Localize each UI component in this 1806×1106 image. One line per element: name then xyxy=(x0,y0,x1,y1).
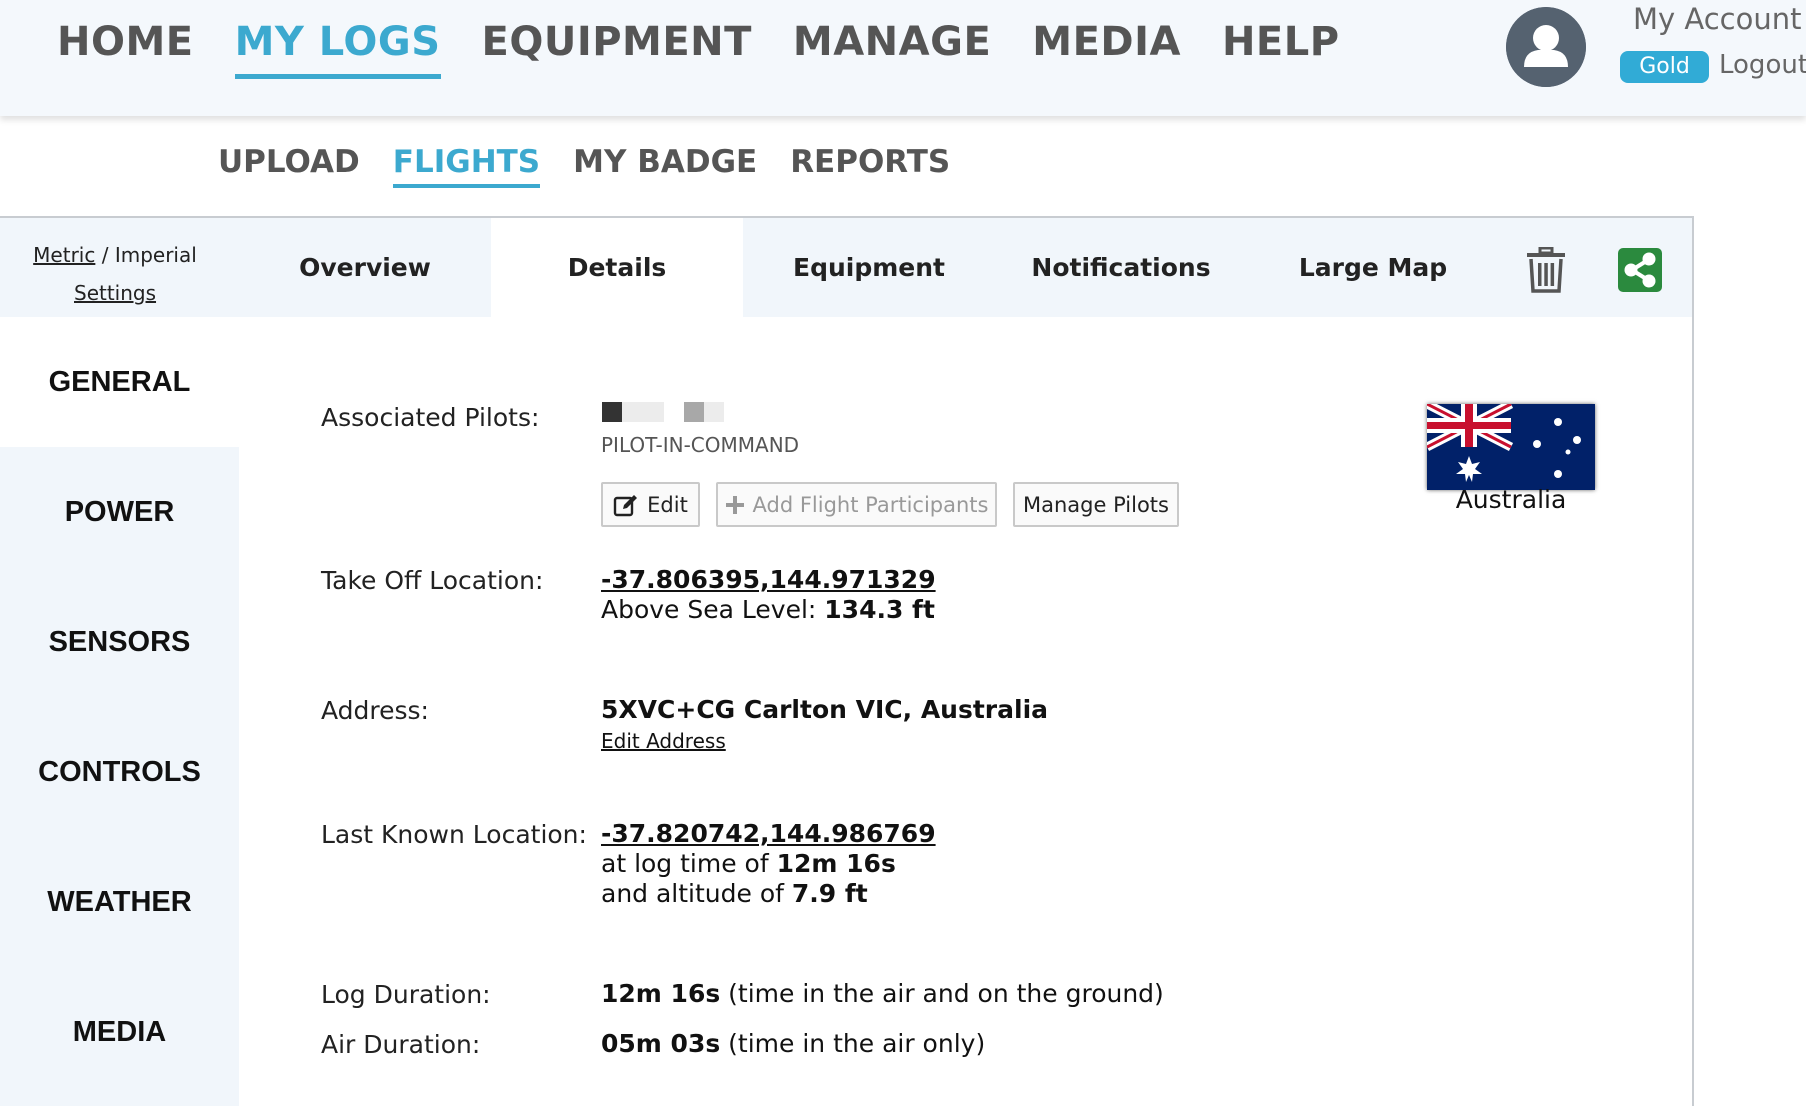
side-item-media[interactable]: MEDIA xyxy=(0,967,239,1097)
log-duration-note: (time in the air and on the ground) xyxy=(728,979,1164,1008)
altitude-prefix: and altitude of xyxy=(601,879,784,908)
log-duration-label: Log Duration: xyxy=(321,980,491,1009)
log-duration-line: 12m 16s (time in the air and on the grou… xyxy=(601,979,1164,1009)
air-duration-note: (time in the air only) xyxy=(728,1029,986,1058)
imperial-label[interactable]: Imperial xyxy=(115,243,197,267)
associated-pilots-label: Associated Pilots: xyxy=(321,403,540,432)
subnav-upload[interactable]: UPLOAD xyxy=(218,142,360,188)
asl-value: 134.3 ft xyxy=(824,595,935,624)
nav-equipment[interactable]: EQUIPMENT xyxy=(482,16,752,79)
log-duration-value: 12m 16s xyxy=(601,979,721,1008)
share-icon[interactable] xyxy=(1618,248,1662,292)
nav-home[interactable]: HOME xyxy=(57,16,194,79)
asl-prefix: Above Sea Level: xyxy=(601,595,817,624)
settings-link[interactable]: Settings xyxy=(74,274,156,312)
add-flight-participants-button[interactable]: Add Flight Participants xyxy=(716,482,997,527)
main-nav: HOME MY LOGS EQUIPMENT MANAGE MEDIA HELP xyxy=(57,16,1340,79)
tab-large-map[interactable]: Large Map xyxy=(1247,218,1499,317)
nav-manage[interactable]: MANAGE xyxy=(793,16,991,79)
air-duration-label: Air Duration: xyxy=(321,1030,481,1059)
log-time-prefix: at log time of xyxy=(601,849,769,878)
manage-pilots-button[interactable]: Manage Pilots xyxy=(1013,482,1179,527)
user-avatar-icon[interactable] xyxy=(1506,7,1586,87)
my-account-link[interactable]: My Account xyxy=(1633,2,1802,36)
side-item-sensors[interactable]: SENSORS xyxy=(0,577,239,707)
edit-address-link-wrapper: Edit Address xyxy=(601,725,726,756)
altitude-line: and altitude of 7.9 ft xyxy=(601,879,868,909)
side-item-power[interactable]: POWER xyxy=(0,447,239,577)
side-item-controls[interactable]: CONTROLS xyxy=(0,707,239,837)
unit-toggle: Metric / Imperial xyxy=(30,236,200,274)
pilot-role: PILOT-IN-COMMAND xyxy=(601,433,800,457)
membership-badge: Gold xyxy=(1620,51,1709,83)
address-value: 5XVC+CG Carlton VIC, Australia xyxy=(601,695,1049,724)
last-known-location-label: Last Known Location: xyxy=(321,820,587,849)
trash-icon[interactable] xyxy=(1526,246,1566,293)
unit-separator: / xyxy=(101,243,109,267)
subnav-flights[interactable]: FLIGHTS xyxy=(392,142,541,188)
log-time-line: at log time of 12m 16s xyxy=(601,849,896,879)
nav-help[interactable]: HELP xyxy=(1222,16,1340,79)
subnav-reports[interactable]: REPORTS xyxy=(790,142,950,188)
altitude-value: 7.9 ft xyxy=(791,879,868,908)
log-time-value: 12m 16s xyxy=(776,849,896,878)
plus-icon xyxy=(725,495,744,514)
subnav-my-badge[interactable]: MY BADGE xyxy=(573,142,757,188)
tab-bar: Metric / Imperial Settings Overview Deta… xyxy=(0,218,1692,317)
address-label: Address: xyxy=(321,696,429,725)
tab-notifications[interactable]: Notifications xyxy=(995,218,1247,317)
side-item-general[interactable]: GENERAL xyxy=(0,317,239,447)
tab-details[interactable]: Details xyxy=(491,218,743,317)
nav-media[interactable]: MEDIA xyxy=(1032,16,1181,79)
edit-button[interactable]: Edit xyxy=(601,482,700,527)
logout-link[interactable]: Logout xyxy=(1719,50,1806,80)
takeoff-location-label: Take Off Location: xyxy=(321,566,544,595)
above-sea-level: Above Sea Level: 134.3 ft xyxy=(601,595,935,625)
edit-button-label: Edit xyxy=(647,492,688,517)
takeoff-coords-link[interactable]: -37.806395,144.971329 xyxy=(601,565,936,595)
edit-address-link[interactable]: Edit Address xyxy=(601,729,726,753)
last-location-coords[interactable]: -37.820742,144.986769 xyxy=(601,819,936,848)
sub-nav: UPLOAD FLIGHTS MY BADGE REPORTS xyxy=(218,142,950,188)
takeoff-coords[interactable]: -37.806395,144.971329 xyxy=(601,565,936,594)
tab-overview[interactable]: Overview xyxy=(239,218,491,317)
pilot-avatar-redacted[interactable] xyxy=(602,402,724,422)
australia-flag-icon xyxy=(1424,399,1595,490)
edit-icon xyxy=(613,494,638,516)
nav-my-logs[interactable]: MY LOGS xyxy=(234,16,441,79)
add-flight-participants-label: Add Flight Participants xyxy=(752,492,989,517)
air-duration-line: 05m 03s (time in the air only) xyxy=(601,1029,985,1059)
side-menu: GENERAL POWER SENSORS CONTROLS WEATHER M… xyxy=(0,317,239,1106)
flight-details-panel: Metric / Imperial Settings Overview Deta… xyxy=(0,216,1694,1106)
tab-equipment[interactable]: Equipment xyxy=(743,218,995,317)
top-navigation-bar: HOME MY LOGS EQUIPMENT MANAGE MEDIA HELP… xyxy=(0,0,1806,116)
side-item-weather[interactable]: WEATHER xyxy=(0,837,239,967)
air-duration-value: 05m 03s xyxy=(601,1029,721,1058)
metric-link[interactable]: Metric xyxy=(33,243,95,267)
last-location-coords-wrapper: -37.820742,144.986769 xyxy=(601,819,936,849)
country-label: Australia xyxy=(1455,485,1567,514)
